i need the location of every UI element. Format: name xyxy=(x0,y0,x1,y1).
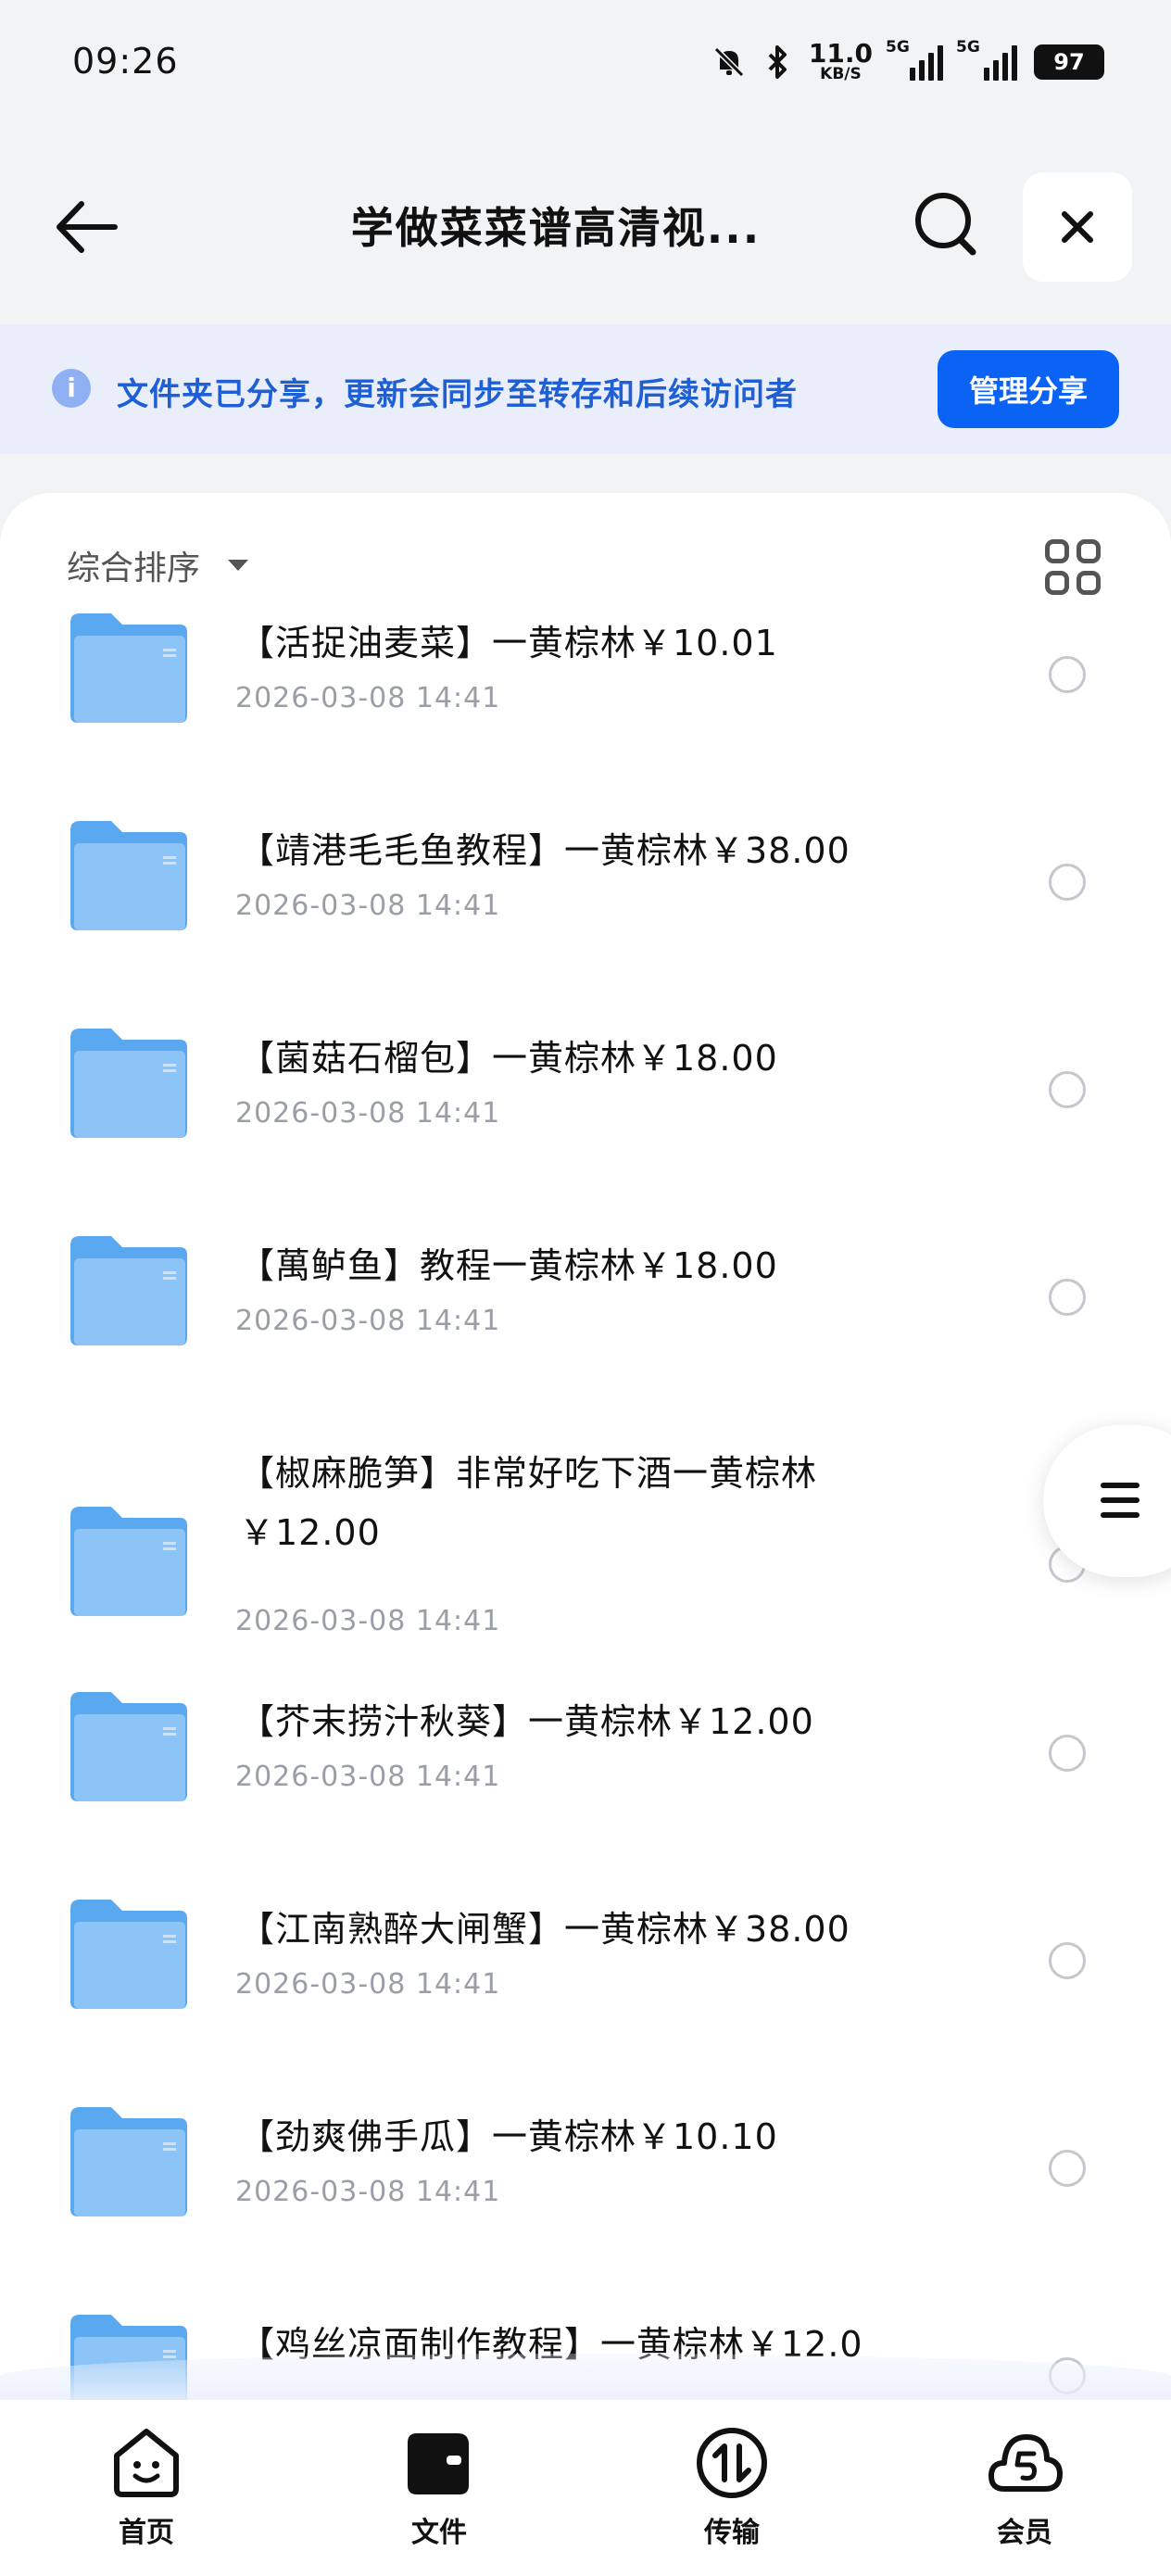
list-item[interactable]: 【活捉油麦菜】一黄棕林￥10.01 2026-03-08 14:41 xyxy=(0,613,1171,821)
vip-cloud-icon xyxy=(988,2434,1063,2492)
select-radio[interactable] xyxy=(1049,1942,1086,1979)
share-banner-text: 文件夹已分享，更新会同步至转存和后续访问者 xyxy=(117,376,798,413)
list-item[interactable]: 【劲爽佛手瓜】一黄棕林￥10.10 2026-03-08 14:41 xyxy=(0,2107,1171,2315)
file-date: 2026-03-08 14:41 xyxy=(235,682,501,714)
file-name: 【劲爽佛手瓜】一黄棕林￥10.10 xyxy=(239,2116,778,2157)
nav-home[interactable]: 首页 xyxy=(0,2400,293,2576)
search-button[interactable] xyxy=(908,187,982,261)
status-bar: 09:26 11.0 KB/S 5G 5G 97 xyxy=(0,0,1171,139)
list-item[interactable]: 【菌菇石榴包】一黄棕林￥18.00 2026-03-08 14:41 xyxy=(0,1029,1171,1236)
folder-icon xyxy=(70,1692,187,1801)
file-name: 【椒麻脆笋】非常好吃下酒一黄棕林￥12.00 xyxy=(239,1453,818,1553)
share-banner: i 文件夹已分享，更新会同步至转存和后续访问者 管理分享 xyxy=(0,324,1171,454)
list-item[interactable]: 【芥末捞汁秋葵】一黄棕林￥12.00 2026-03-08 14:41 xyxy=(0,1692,1171,1900)
grid-view-icon[interactable] xyxy=(1045,539,1101,595)
sort-label: 综合排序 xyxy=(67,549,201,587)
nav-vip[interactable]: 会员 xyxy=(878,2400,1171,2576)
file-name: 【江南熟醉大闸蟹】一黄棕林￥38.00 xyxy=(239,1909,850,1950)
file-name: 【靖港毛毛鱼教程】一黄棕林￥38.00 xyxy=(239,830,850,871)
search-icon xyxy=(915,193,976,256)
file-name: 【菌菇石榴包】一黄棕林￥18.00 xyxy=(239,1038,778,1079)
transfer-icon xyxy=(697,2428,767,2498)
signal-icon: 5G xyxy=(886,38,943,81)
file-name: 【萬鲈鱼】教程一黄棕林￥18.00 xyxy=(239,1245,778,1286)
folder-icon xyxy=(70,1507,187,1616)
sort-dropdown[interactable]: 综合排序 xyxy=(67,541,249,589)
file-list-card: 综合排序 【活捉油麦菜】一黄棕林￥10.01 2026-03-08 14:41 【靖… xyxy=(0,493,1171,2402)
select-radio[interactable] xyxy=(1049,1279,1086,1316)
nav-label: 文件 xyxy=(411,2517,467,2549)
arrow-left-icon xyxy=(57,201,118,253)
nav-transfer[interactable]: 传输 xyxy=(586,2400,878,2576)
nav-label: 传输 xyxy=(704,2517,760,2549)
manage-share-button[interactable]: 管理分享 xyxy=(938,350,1119,428)
home-face-icon xyxy=(114,2429,179,2497)
list-item[interactable]: 【江南熟醉大闸蟹】一黄棕林￥38.00 2026-03-08 14:41 xyxy=(0,1900,1171,2107)
bottom-nav: 首页 文件 传输 会员 xyxy=(0,2400,1171,2576)
file-date: 2026-03-08 14:41 xyxy=(235,1097,501,1130)
folder-icon xyxy=(70,1029,187,1138)
select-radio[interactable] xyxy=(1049,656,1086,693)
folder-icon xyxy=(70,821,187,930)
file-date: 2026-03-08 14:41 xyxy=(235,1305,501,1337)
nav-files[interactable]: 文件 xyxy=(293,2400,586,2576)
signal-icon: 5G xyxy=(956,38,1017,81)
file-date: 2026-03-08 14:41 xyxy=(235,1968,501,2001)
list-item[interactable]: 【椒麻脆笋】非常好吃下酒一黄棕林￥12.00 2026-03-08 14:41 xyxy=(0,1444,1171,1692)
select-radio[interactable] xyxy=(1049,2150,1086,2187)
network-speed: 11.0 KB/S xyxy=(808,38,873,83)
file-name: 【芥末捞汁秋葵】一黄棕林￥12.00 xyxy=(239,1701,814,1742)
file-date: 2026-03-08 14:41 xyxy=(235,1605,501,1637)
file-date: 2026-03-08 14:41 xyxy=(235,890,501,922)
file-list: 【活捉油麦菜】一黄棕林￥10.01 2026-03-08 14:41 【靖港毛毛鱼教… xyxy=(0,613,1171,2402)
info-icon: i xyxy=(52,369,91,408)
status-icons: 11.0 KB/S 5G 5G 97 xyxy=(711,38,1104,83)
file-date: 2026-03-08 14:41 xyxy=(235,2176,501,2208)
header: 学做菜菜谱高清视... xyxy=(0,158,1171,297)
nav-label: 首页 xyxy=(119,2517,174,2549)
menu-icon xyxy=(1101,1483,1140,1527)
bluetooth-icon xyxy=(768,44,787,79)
list-item[interactable]: 【靖港毛毛鱼教程】一黄棕林￥38.00 2026-03-08 14:41 xyxy=(0,821,1171,1029)
folder-icon xyxy=(70,2107,187,2216)
select-radio[interactable] xyxy=(1049,1071,1086,1108)
battery-icon: 97 xyxy=(1034,44,1104,80)
close-icon xyxy=(1062,211,1093,243)
status-time: 09:26 xyxy=(72,41,179,82)
list-item[interactable]: 【萬鲈鱼】教程一黄棕林￥18.00 2026-03-08 14:41 xyxy=(0,1236,1171,1444)
folder-icon xyxy=(70,1236,187,1345)
folder-wallet-icon xyxy=(408,2433,469,2494)
nav-label: 会员 xyxy=(997,2517,1052,2549)
file-name: 【活捉油麦菜】一黄棕林￥10.01 xyxy=(239,623,778,663)
file-date: 2026-03-08 14:41 xyxy=(235,1761,501,1793)
back-button[interactable] xyxy=(48,185,132,269)
folder-icon xyxy=(70,613,187,723)
folder-icon xyxy=(70,1900,187,2009)
mute-bell-icon xyxy=(713,46,745,77)
page-title: 学做菜菜谱高清视... xyxy=(350,203,762,253)
select-radio[interactable] xyxy=(1049,1735,1086,1772)
close-button[interactable] xyxy=(1023,172,1132,282)
select-radio[interactable] xyxy=(1049,864,1086,901)
caret-down-icon xyxy=(228,560,249,571)
